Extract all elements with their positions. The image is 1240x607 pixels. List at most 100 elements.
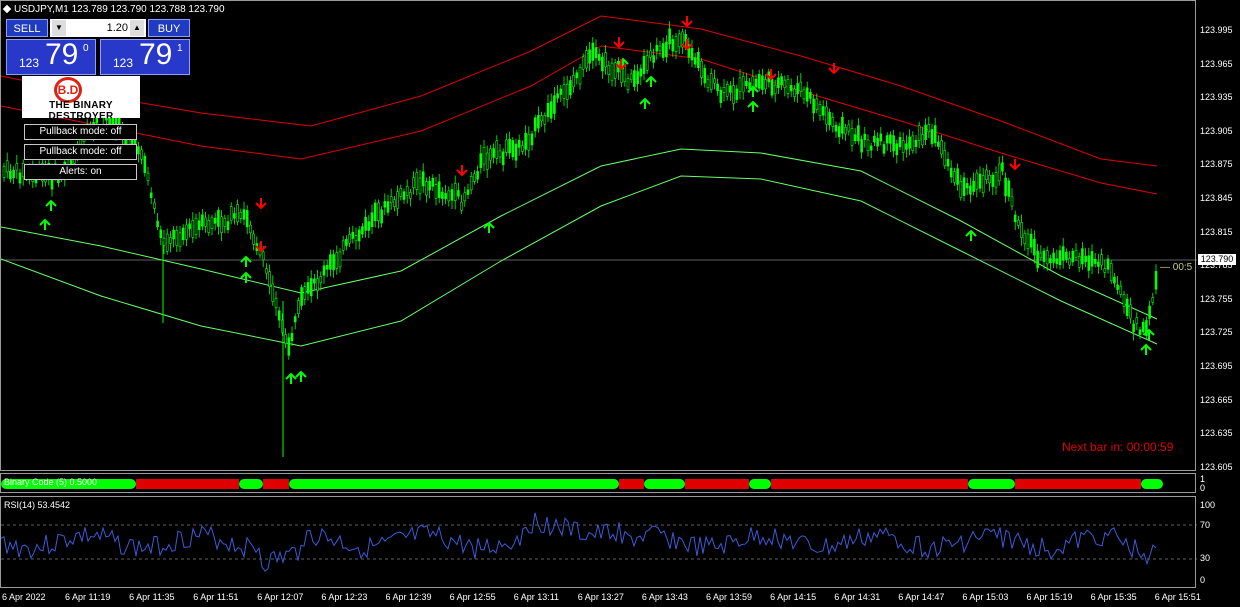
binary-code-label: Binary Code (5) 0.5000 [4, 477, 98, 487]
price-axis-tick: 123.605 [1200, 461, 1233, 472]
candle-body [930, 129, 934, 145]
alerts-button[interactable]: Alerts: on [24, 164, 137, 180]
candle-body [473, 173, 476, 182]
candle-body [386, 201, 390, 213]
candle-body [665, 41, 668, 58]
candle-body [402, 191, 406, 200]
candle-body [799, 81, 803, 92]
candle-body [882, 144, 886, 154]
candle-body [188, 223, 191, 230]
candle-body [1103, 268, 1107, 273]
binary-code-bar [1, 479, 1163, 489]
candle-body [1109, 263, 1113, 282]
candle-body [1148, 305, 1151, 319]
candle-body [191, 220, 195, 238]
rsi-axis-100: 100 [1200, 500, 1216, 510]
candle-body [271, 283, 275, 302]
candle-body [1129, 304, 1132, 319]
candle-body [300, 287, 303, 306]
candle-body [693, 57, 697, 65]
candle-body [889, 134, 892, 144]
candle-body [674, 36, 678, 52]
binary-code-indicator-pane[interactable] [0, 473, 1196, 493]
rsi-indicator-pane[interactable] [0, 496, 1197, 588]
pullback-mode-button-1[interactable]: Pullback mode: off [24, 124, 137, 140]
candle-body [261, 251, 265, 261]
candle-body [853, 134, 857, 142]
candle-body [169, 237, 172, 244]
logo-text: THE BINARY DESTROYER [48, 100, 114, 118]
time-axis-tick: 6 Apr 15:03 [962, 592, 1009, 602]
candle-body [783, 79, 787, 89]
buy-signal-arrow [39, 218, 51, 230]
pullback-mode-button-2[interactable]: Pullback mode: off [24, 144, 137, 160]
lot-increase-icon[interactable]: ▲ [130, 20, 144, 36]
candle-body [1077, 256, 1081, 268]
buy-signal-arrow [240, 271, 252, 283]
candle-body [988, 175, 991, 184]
time-axis-tick: 6 Apr 14:15 [770, 592, 817, 602]
candle-body [1074, 250, 1078, 258]
candle-body [575, 72, 579, 79]
candle-body [703, 67, 707, 84]
candle-body [447, 190, 451, 202]
candle-body [809, 92, 812, 99]
candle-body [601, 56, 604, 72]
candle-body [735, 88, 739, 100]
candle-body [421, 171, 425, 187]
binary-up-segment [749, 479, 771, 489]
candle-body [937, 141, 940, 147]
current-price-tag: 123.790 [1198, 254, 1236, 265]
candle-body [1119, 285, 1123, 295]
sell-button[interactable]: SELL [6, 19, 48, 37]
candle-body [479, 153, 483, 169]
candle-body [620, 68, 623, 83]
candle-body [895, 143, 899, 156]
candle-body [924, 124, 927, 140]
candle-body [716, 83, 719, 92]
candle-body [562, 84, 566, 99]
buy-price-box[interactable]: 123 79 1 [100, 38, 190, 75]
candle-body [389, 196, 393, 204]
candle-body [361, 226, 364, 235]
binary-up-segment [289, 479, 619, 489]
sell-price-prefix: 123 [19, 56, 40, 70]
candle-body [697, 52, 700, 69]
candle-body [377, 202, 380, 221]
candle-body [5, 160, 9, 173]
candle-body [335, 252, 339, 269]
sell-signal-arrow [1009, 159, 1021, 171]
candle-body [722, 87, 726, 93]
candle-body [581, 56, 585, 70]
buy-button[interactable]: BUY [148, 19, 190, 37]
next-bar-timer: Next bar in: 00:00:59 [1062, 440, 1174, 454]
candle-body [914, 139, 918, 147]
price-axis-tick: 123.815 [1200, 226, 1233, 237]
candle-body [802, 89, 806, 100]
candle-body [1122, 294, 1126, 307]
lot-decrease-icon[interactable]: ▼ [52, 20, 66, 36]
candle-body [1100, 254, 1103, 266]
candle-body [287, 337, 291, 356]
candle-body [319, 276, 323, 284]
sell-price-box[interactable]: 123 79 0 [6, 38, 96, 75]
candle-body [329, 254, 332, 270]
candle-body [1061, 246, 1065, 261]
candle-body [553, 95, 556, 114]
time-axis-tick: 6 Apr 12:55 [449, 592, 496, 602]
candle-body [677, 33, 681, 48]
candle-body [588, 49, 591, 64]
candle-body [805, 87, 809, 102]
candle-body [645, 55, 649, 71]
candle-body [277, 310, 281, 321]
candle-body [153, 202, 156, 209]
candle-body [380, 209, 383, 224]
candle-body [981, 175, 985, 193]
buy-signal-arrow [285, 372, 297, 384]
candle-body [719, 89, 723, 103]
candle-body [521, 145, 524, 152]
candle-body [508, 138, 511, 154]
candle-body [172, 229, 175, 240]
time-axis-tick: 6 Apr 13:11 [513, 592, 560, 602]
price-axis-tick: 123.755 [1200, 293, 1233, 304]
